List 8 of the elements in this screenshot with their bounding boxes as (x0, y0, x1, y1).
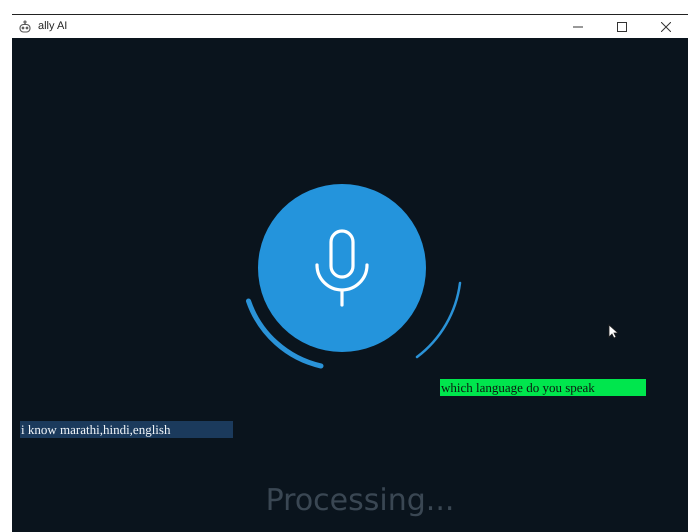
close-icon (661, 22, 671, 32)
microphone-icon (314, 229, 370, 307)
robot-icon (18, 20, 32, 34)
message-bubble: i know marathi,hindi,english (20, 421, 233, 438)
cursor-icon (608, 324, 618, 339)
window-title: ally AI (38, 19, 68, 34)
maximize-icon (617, 22, 627, 32)
message-bubble: which language do you speak (440, 379, 646, 396)
